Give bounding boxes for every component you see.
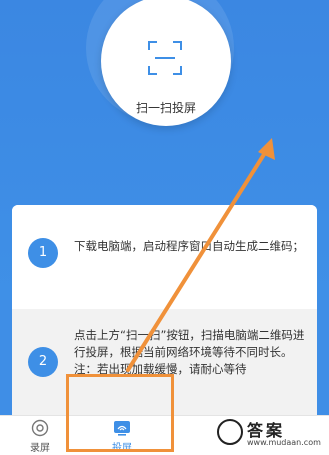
- watermark: 答案 www.mudaan.com: [217, 417, 325, 451]
- highlight-box: [66, 374, 174, 452]
- step-text: 点击上方“扫一扫”按钮，扫描电脑端二维码进行投屏，根据当前网络环境等待不同时长。…: [74, 328, 305, 376]
- tab-record[interactable]: 录屏: [18, 416, 62, 455]
- scan-icon: [148, 41, 182, 75]
- scan-label: 扫一扫投屏: [135, 101, 196, 115]
- record-icon: [31, 419, 49, 437]
- step-number: 1: [28, 238, 58, 268]
- step-item: 1 下载电脑端，启动程序窗口自动生成二维码；: [12, 205, 317, 309]
- watermark-logo: [217, 419, 243, 445]
- step-number: 2: [28, 347, 58, 377]
- watermark-url: www.mudaan.com: [247, 438, 321, 447]
- step-text: 下载电脑端，启动程序窗口自动生成二维码；: [74, 239, 304, 253]
- tab-record-label: 录屏: [30, 443, 50, 454]
- scan-button[interactable]: 扫一扫投屏: [101, 0, 231, 126]
